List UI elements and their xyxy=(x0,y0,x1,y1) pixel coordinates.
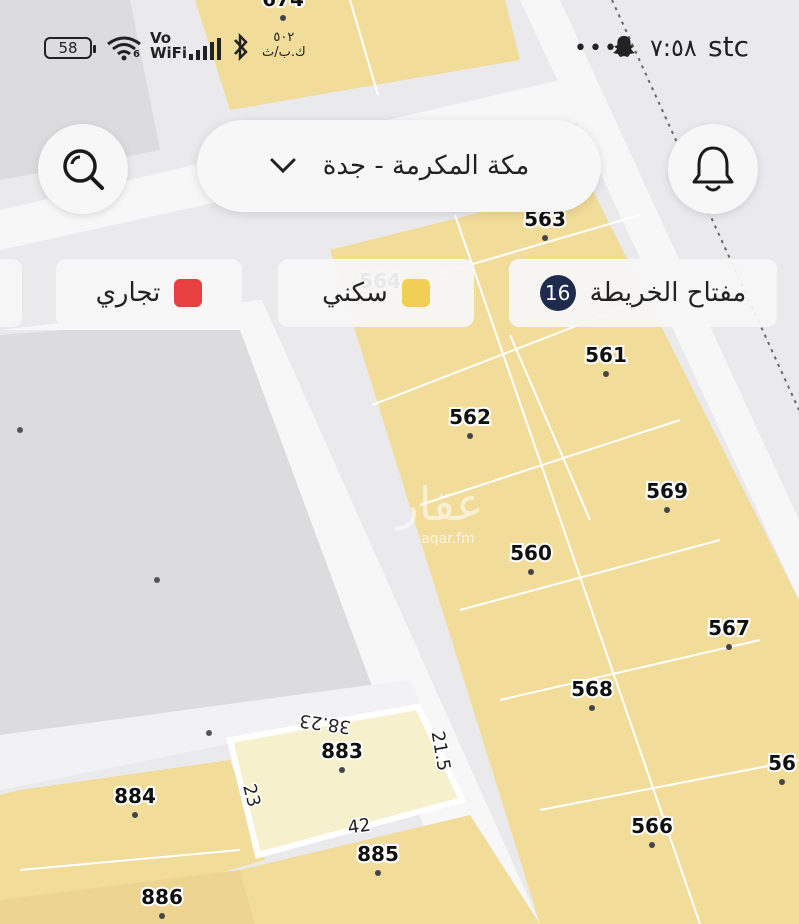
plot-label-56[interactable]: 56 xyxy=(766,749,798,777)
plot-dot-568 xyxy=(589,705,595,711)
battery-indicator: 58 xyxy=(44,37,96,59)
plot-dot-561 xyxy=(603,371,609,377)
watermark-url: aqar.fm xyxy=(421,531,475,547)
map-key-button[interactable]: 16 مفتاح الخريطة xyxy=(509,259,777,327)
commercial-swatch-icon xyxy=(174,279,203,307)
plot-label-560[interactable]: 560 xyxy=(508,539,554,567)
plot-label-567[interactable]: 567 xyxy=(706,614,752,642)
bell-icon xyxy=(692,146,734,192)
search-button[interactable] xyxy=(38,124,128,214)
legend-residential-label: سكني xyxy=(322,278,388,308)
search-icon xyxy=(63,149,104,190)
plot-label-568[interactable]: 568 xyxy=(569,675,615,703)
plot-label-885[interactable]: 885 xyxy=(355,840,401,868)
plot-dot-566 xyxy=(649,842,655,848)
city-selector-label: مكة المكرمة - جدة xyxy=(322,151,530,181)
status-bar: 58 6 Vo WiFi ٥٠٢ ك.ب/ث ••• ٧:٥٨ stc xyxy=(0,0,799,96)
plot-dot-567 xyxy=(726,644,732,650)
map-key-label: مفتاح الخريطة xyxy=(589,278,747,308)
plot-dot-884 xyxy=(132,812,138,818)
plot-dot-56 xyxy=(779,779,785,785)
dim-bottom: 42 xyxy=(346,815,372,839)
plot-label-562[interactable]: 562 xyxy=(447,403,493,431)
chevron-down-icon xyxy=(270,158,296,174)
plot-dot-563 xyxy=(542,235,548,241)
notifications-button[interactable] xyxy=(668,124,758,214)
watermark-logo: عقار xyxy=(395,477,484,531)
residential-swatch-icon xyxy=(401,279,430,307)
plot-dot-886 xyxy=(159,913,165,919)
data-speed-unit: ك.ب/ث xyxy=(262,45,306,60)
clock: ٧:٥٨ xyxy=(650,34,697,62)
legend-residential-chip[interactable]: سكني xyxy=(278,259,474,327)
carrier-name: stc xyxy=(708,30,749,63)
plot-dot-885 xyxy=(375,870,381,876)
legend-chip-partial[interactable] xyxy=(0,259,22,327)
plot-dot-883 xyxy=(339,767,345,773)
wifi-label: WiFi xyxy=(150,44,188,62)
plot-label-886[interactable]: 886 xyxy=(139,883,185,911)
plot-dot-569 xyxy=(664,507,670,513)
plot-label-883[interactable]: 883 xyxy=(319,737,365,765)
plot-label-561[interactable]: 561 xyxy=(583,341,629,369)
wifi-band: 6 xyxy=(133,49,140,60)
legend-commercial-label: تجاري xyxy=(95,278,161,308)
plot-dot-560 xyxy=(528,569,534,575)
data-speed: ٥٠٢ xyxy=(273,30,295,45)
bluetooth-icon xyxy=(234,32,248,62)
signal-strength-icon xyxy=(189,38,221,60)
city-selector[interactable]: مكة المكرمة - جدة xyxy=(197,120,601,212)
legend-commercial-chip[interactable]: تجاري xyxy=(56,259,242,327)
plot-label-566[interactable]: 566 xyxy=(629,812,675,840)
snapchat-icon xyxy=(613,36,635,57)
plot-dot-562 xyxy=(467,433,473,439)
map-key-count-badge: 16 xyxy=(539,275,576,311)
plot-label-569[interactable]: 569 xyxy=(644,477,690,505)
plot-label-884[interactable]: 884 xyxy=(112,782,158,810)
